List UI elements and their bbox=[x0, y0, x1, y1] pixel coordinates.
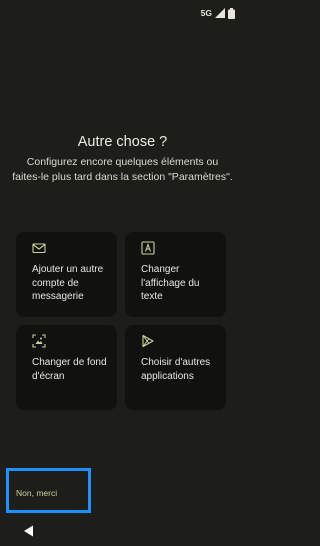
status-bar: 5G bbox=[201, 6, 235, 20]
wallpaper-card[interactable]: Changer de fond d'écran bbox=[16, 325, 117, 410]
signal-icon bbox=[215, 8, 225, 18]
mail-icon bbox=[32, 243, 46, 254]
skip-button[interactable]: Non, merci bbox=[16, 488, 57, 498]
page-title: Autre chose ? bbox=[77, 134, 168, 150]
wallpaper-icon bbox=[32, 334, 46, 348]
back-icon[interactable] bbox=[22, 524, 36, 538]
play-store-icon bbox=[142, 334, 154, 348]
card-label: Changer l'affichage du texte bbox=[141, 264, 200, 302]
text-display-card[interactable]: Changer l'affichage du texte bbox=[125, 232, 226, 317]
add-email-account-card[interactable]: Ajouter un autre compte de messagerie bbox=[16, 232, 117, 317]
card-label: Choisir d'autres applications bbox=[141, 357, 211, 382]
network-type: 5G bbox=[200, 8, 212, 18]
card-label: Changer de fond d'écran bbox=[32, 357, 107, 382]
text-display-icon bbox=[141, 241, 155, 255]
card-label: Ajouter un autre compte de messagerie bbox=[32, 264, 104, 302]
page-subtitle: Configurez encore quelques éléments ou f… bbox=[12, 156, 233, 183]
choose-apps-card[interactable]: Choisir d'autres applications bbox=[125, 325, 226, 410]
options-grid: Ajouter un autre compte de messagerie Ch… bbox=[16, 232, 230, 410]
battery-icon bbox=[228, 7, 235, 19]
